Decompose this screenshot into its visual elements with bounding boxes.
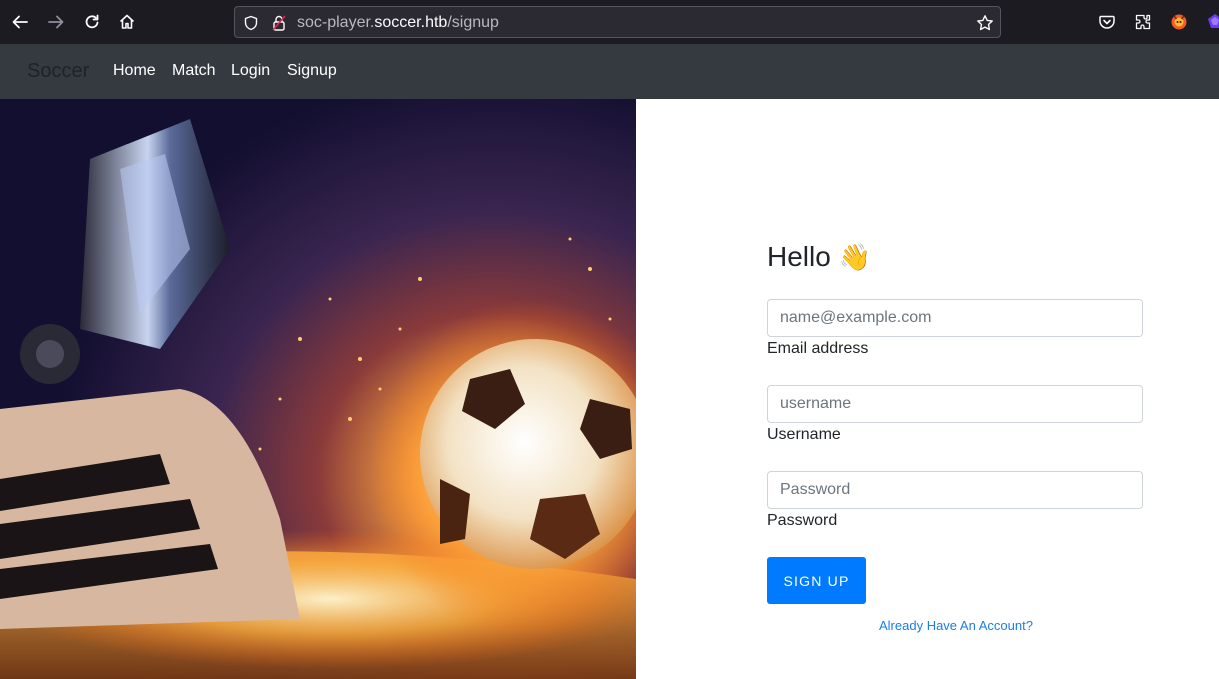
url-host: soccer.htb <box>374 14 448 31</box>
url-bar[interactable]: soc-player.soccer.htb/signup <box>234 6 1001 38</box>
nav-link-home[interactable]: Home <box>113 62 156 80</box>
waving-hand-icon: 👋 <box>838 241 872 272</box>
reload-icon[interactable] <box>80 10 104 34</box>
menu-icon[interactable] <box>1204 11 1219 33</box>
back-icon[interactable] <box>8 10 32 34</box>
extensions-icon[interactable] <box>1132 11 1154 33</box>
brand-logo[interactable]: Soccer <box>27 60 89 83</box>
pocket-icon[interactable] <box>1096 11 1118 33</box>
greeting-text: Hello <box>767 241 831 272</box>
url-path: /signup <box>447 14 499 31</box>
url-prefix: soc-player. <box>297 14 375 31</box>
nav-link-login[interactable]: Login <box>231 62 270 80</box>
lock-icon[interactable] <box>269 13 289 33</box>
hero-image <box>0 99 636 679</box>
forward-icon[interactable] <box>44 10 68 34</box>
username-field[interactable] <box>767 385 1143 423</box>
nav-link-signup[interactable]: Signup <box>287 62 337 80</box>
browser-toolbar: soc-player.soccer.htb/signup <box>0 0 1219 44</box>
password-field[interactable] <box>767 471 1143 509</box>
username-label: Username <box>767 426 841 443</box>
firefox-extension-icon[interactable] <box>1168 11 1190 33</box>
email-label: Email address <box>767 340 869 357</box>
email-field[interactable] <box>767 299 1143 337</box>
page-title: Hello 👋 <box>767 241 871 273</box>
url-text: soc-player.soccer.htb/signup <box>297 14 499 32</box>
login-link[interactable]: Already Have An Account? <box>879 618 1033 633</box>
site-navbar: Soccer Home Match Login Signup <box>0 44 1219 99</box>
signup-button[interactable]: SIGN UP <box>767 557 866 604</box>
home-icon[interactable] <box>115 10 139 34</box>
password-label: Password <box>767 512 838 529</box>
star-icon[interactable] <box>975 13 995 33</box>
shield-icon[interactable] <box>241 13 261 33</box>
nav-link-match[interactable]: Match <box>172 62 216 80</box>
